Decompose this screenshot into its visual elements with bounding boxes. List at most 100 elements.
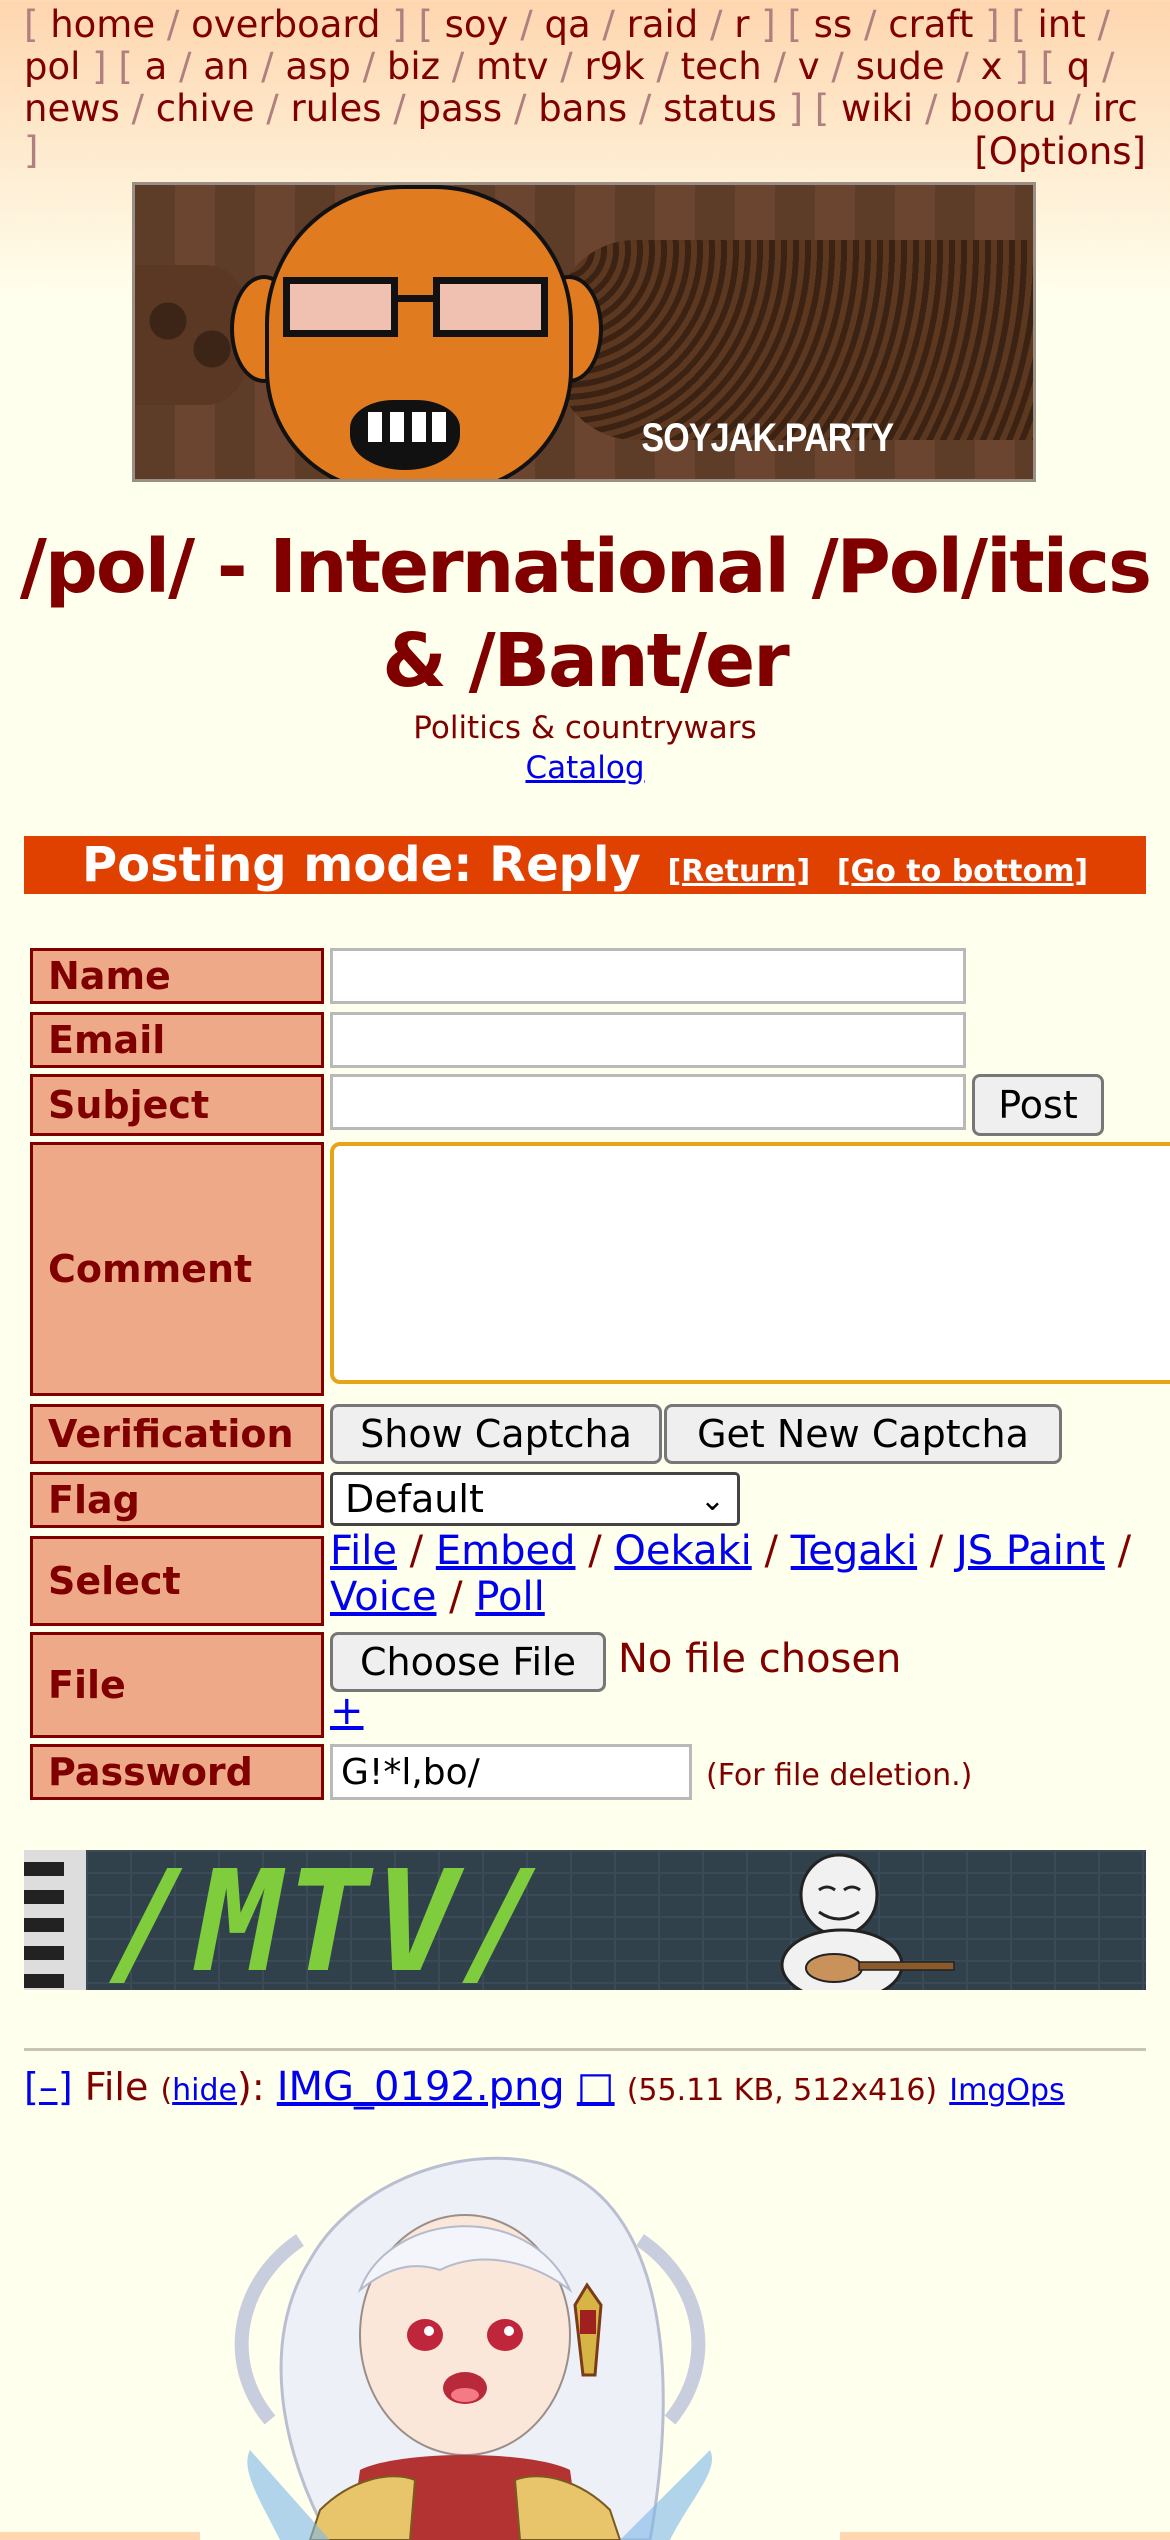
board-subtitle: Politics & countrywars bbox=[413, 710, 757, 746]
board-separator: / bbox=[393, 87, 406, 130]
file-label: File bbox=[30, 1632, 324, 1738]
board-separator: / bbox=[710, 3, 723, 46]
board-list-line: [ home / overboard ] [ soy / qa / raid /… bbox=[24, 4, 1148, 46]
post-thumbnail[interactable] bbox=[200, 2120, 840, 2540]
collapse-toggle[interactable]: [–] bbox=[24, 2065, 73, 2109]
board-link-pol[interactable]: pol bbox=[24, 45, 80, 88]
board-link-tech[interactable]: tech bbox=[681, 45, 762, 88]
board-link-int[interactable]: int bbox=[1038, 3, 1086, 46]
board-link-a[interactable]: a bbox=[145, 45, 168, 88]
board-bracket: ] bbox=[392, 3, 407, 46]
file-info-line: [–] File (hide): IMG_0192.png □ (55.11 K… bbox=[24, 2064, 1065, 2110]
board-link-news[interactable]: news bbox=[24, 87, 120, 130]
board-bracket: [ bbox=[24, 3, 39, 46]
board-link-soy[interactable]: soy bbox=[445, 3, 509, 46]
email-field[interactable] bbox=[330, 1012, 966, 1068]
comment-textarea[interactable] bbox=[330, 1142, 1170, 1384]
go-to-bottom-link[interactable]: [Go to bottom] bbox=[837, 854, 1088, 889]
board-link-craft[interactable]: craft bbox=[888, 3, 973, 46]
board-link-biz[interactable]: biz bbox=[387, 45, 440, 88]
select-oekaki-link[interactable]: Oekaki bbox=[614, 1528, 751, 1574]
board-link-qa[interactable]: qa bbox=[544, 3, 590, 46]
subject-label: Subject bbox=[30, 1074, 324, 1136]
select-tegaki-link[interactable]: Tegaki bbox=[791, 1528, 917, 1574]
board-separator: / bbox=[362, 45, 376, 88]
board-link-q[interactable]: q bbox=[1067, 45, 1091, 88]
board-link-overboard[interactable]: overboard bbox=[191, 3, 380, 46]
board-link-pass[interactable]: pass bbox=[417, 87, 502, 130]
board-bracket: [ bbox=[1040, 45, 1055, 88]
banner-guitar-guy bbox=[780, 1853, 955, 1990]
board-link-chive[interactable]: chive bbox=[156, 87, 255, 130]
board-link-v[interactable]: v bbox=[798, 45, 820, 88]
show-captcha-button[interactable]: Show Captcha bbox=[330, 1404, 662, 1464]
board-separator: / bbox=[602, 3, 615, 46]
board-bracket: [ bbox=[118, 45, 133, 88]
board-list-line: pol ] [ a / an / asp / biz / mtv / r9k /… bbox=[24, 46, 1148, 88]
board-separator: / bbox=[924, 87, 938, 130]
board-link-booru[interactable]: booru bbox=[949, 87, 1056, 130]
mtv-banner[interactable]: /MTV/ bbox=[24, 1850, 1146, 1990]
board-link-wiki[interactable]: wiki bbox=[841, 87, 913, 130]
board-link-irc[interactable]: irc bbox=[1093, 87, 1138, 130]
board-link-bans[interactable]: bans bbox=[538, 87, 627, 130]
board-link-home[interactable]: home bbox=[50, 3, 155, 46]
board-link-asp[interactable]: asp bbox=[285, 45, 350, 88]
piano-keys bbox=[24, 1850, 86, 1990]
choose-file-button[interactable]: Choose File bbox=[330, 1632, 606, 1692]
email-label: Email bbox=[30, 1012, 324, 1068]
board-separator: / bbox=[560, 45, 573, 88]
board-separator: / bbox=[513, 87, 527, 130]
select-label: Select bbox=[30, 1536, 324, 1626]
subject-field[interactable] bbox=[330, 1074, 966, 1130]
name-label: Name bbox=[30, 948, 324, 1004]
download-icon[interactable]: □ bbox=[577, 2064, 615, 2110]
select-jspaint-link[interactable]: JS Paint bbox=[956, 1528, 1105, 1574]
select-poll-link[interactable]: Poll bbox=[475, 1574, 544, 1620]
catalog-link[interactable]: Catalog bbox=[525, 750, 644, 786]
chevron-down-icon: ⌄ bbox=[699, 1483, 725, 1518]
board-link-raid[interactable]: raid bbox=[627, 3, 699, 46]
board-link-ss[interactable]: ss bbox=[814, 3, 853, 46]
imgops-link[interactable]: ImgOps bbox=[949, 2073, 1064, 2108]
select-embed-link[interactable]: Embed bbox=[436, 1528, 576, 1574]
options-link[interactable]: [Options] bbox=[974, 130, 1146, 173]
board-link-an[interactable]: an bbox=[203, 45, 249, 88]
select-voice-link[interactable]: Voice bbox=[330, 1574, 436, 1620]
banner-coffee-left bbox=[135, 265, 245, 405]
password-field[interactable]: G!*l,bo/ bbox=[330, 1744, 692, 1800]
file-name-link[interactable]: IMG_0192.png bbox=[277, 2064, 565, 2110]
board-bracket: ] bbox=[24, 129, 39, 172]
site-banner[interactable]: SOYJAK.PARTY bbox=[132, 182, 1036, 482]
new-captcha-button[interactable]: Get New Captcha bbox=[664, 1404, 1062, 1464]
add-file-link[interactable]: + bbox=[330, 1688, 364, 1734]
name-field[interactable] bbox=[330, 948, 966, 1004]
return-link[interactable]: [Return] bbox=[667, 854, 810, 889]
board-link-r9k[interactable]: r9k bbox=[584, 45, 644, 88]
file-meta: (55.11 KB, 512x416) bbox=[626, 2073, 938, 2108]
hide-link[interactable]: hide bbox=[172, 2073, 237, 2108]
board-link-mtv[interactable]: mtv bbox=[476, 45, 548, 88]
board-bracket: [ bbox=[787, 3, 802, 46]
board-separator: / bbox=[831, 45, 844, 88]
flag-select[interactable]: Default ⌄ bbox=[330, 1472, 740, 1526]
board-link-r[interactable]: r bbox=[734, 3, 749, 46]
password-value: G!*l,bo/ bbox=[341, 1751, 480, 1793]
banner-brand-text: SOYJAK.PARTY bbox=[641, 416, 894, 460]
post-button[interactable]: Post bbox=[972, 1074, 1104, 1136]
board-link-status[interactable]: status bbox=[663, 87, 777, 130]
board-link-x[interactable]: x bbox=[981, 45, 1003, 88]
select-links: File / Embed / Oekaki / Tegaki / JS Pain… bbox=[330, 1528, 1132, 1620]
comment-label: Comment bbox=[30, 1142, 324, 1396]
board-link-sude[interactable]: sude bbox=[856, 45, 945, 88]
board-bracket: ] bbox=[1014, 45, 1029, 88]
board-title: /pol/ - International /Pol/itics & /Bant… bbox=[19, 524, 1152, 704]
board-bracket: [ bbox=[814, 87, 830, 130]
board-separator: / bbox=[451, 45, 465, 88]
board-bracket: [ bbox=[1011, 3, 1026, 46]
board-separator: / bbox=[166, 3, 180, 46]
select-file-link[interactable]: File bbox=[330, 1528, 397, 1574]
posting-mode-label: Posting mode: Reply bbox=[81, 837, 641, 893]
board-link-rules[interactable]: rules bbox=[291, 87, 382, 130]
banner-mouth bbox=[350, 400, 460, 470]
